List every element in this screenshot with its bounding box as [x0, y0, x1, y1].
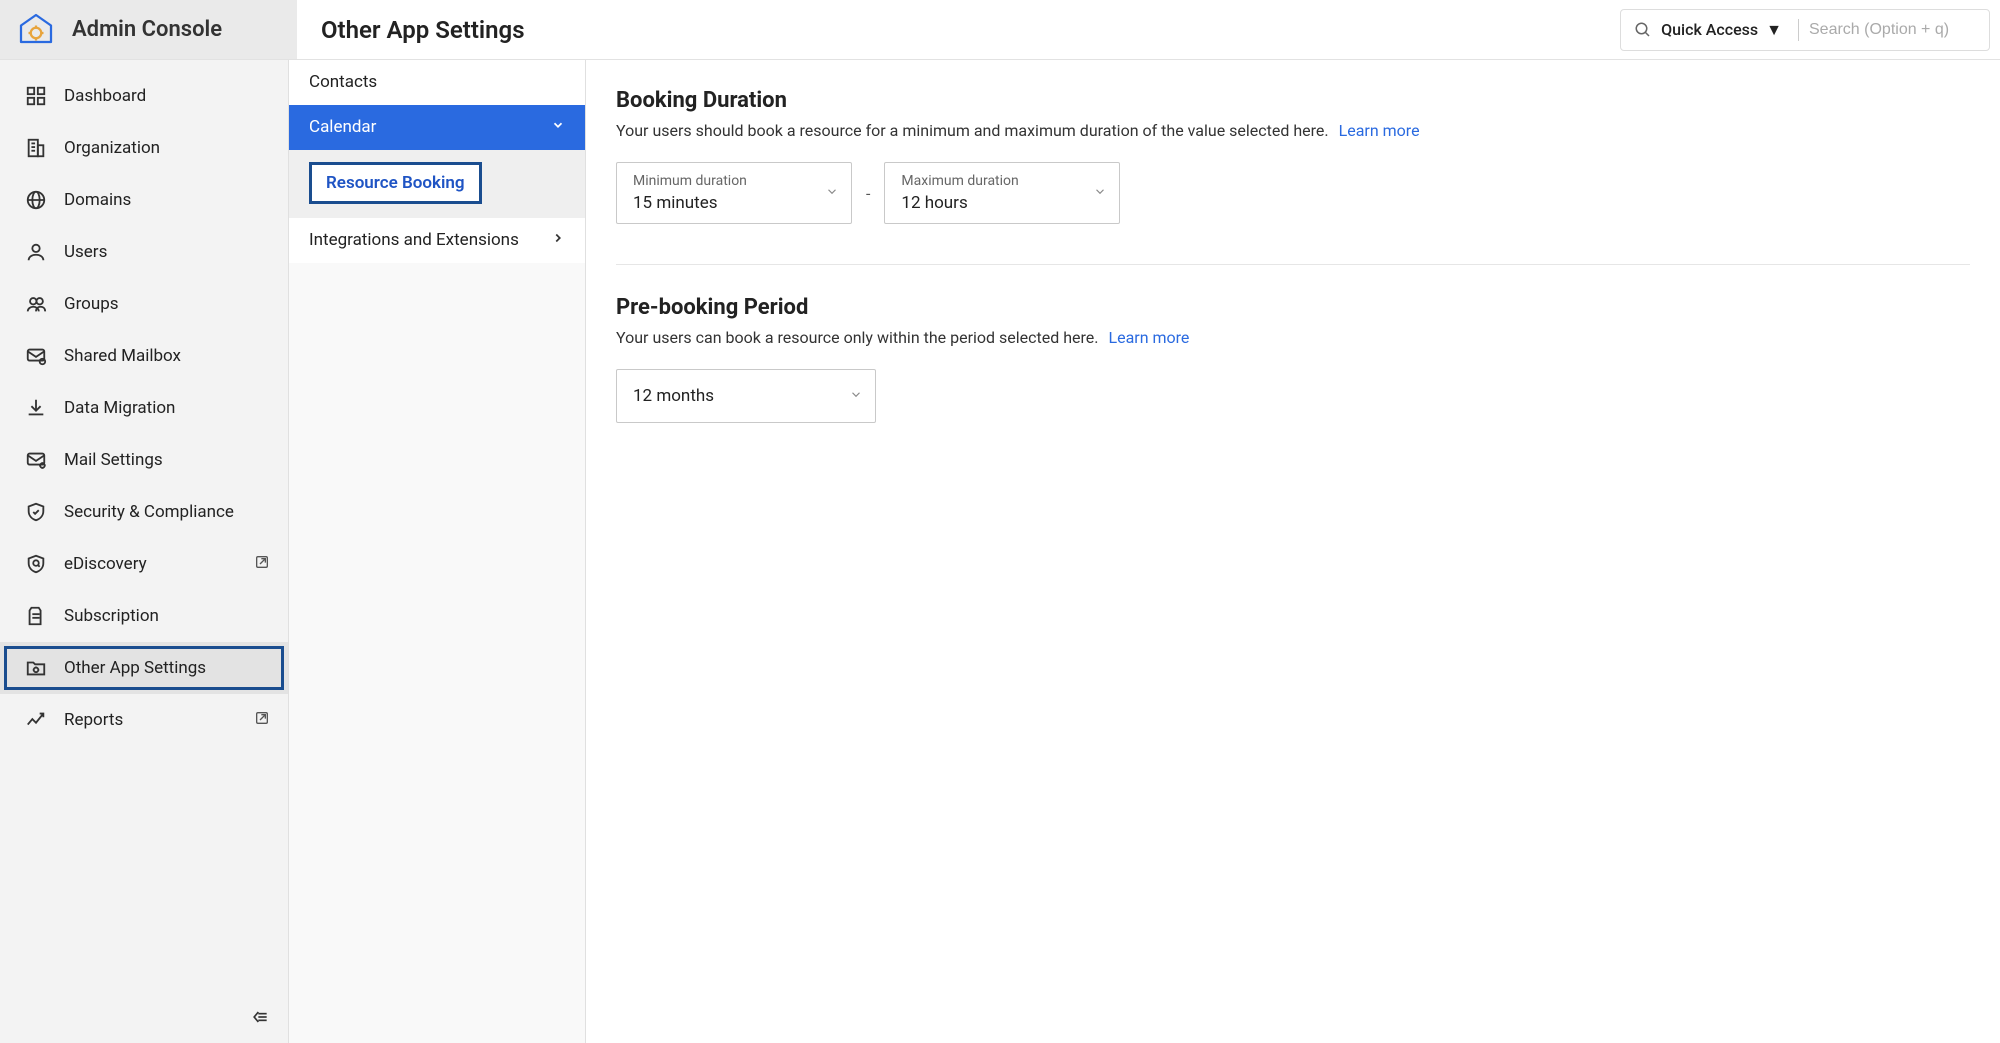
sidebar-item-label: Subscription [64, 606, 159, 626]
content: Booking Duration Your users should book … [586, 60, 2000, 1043]
section-booking-duration: Booking Duration Your users should book … [616, 88, 1970, 224]
sidebar-item-label: Shared Mailbox [64, 346, 181, 366]
building-icon [24, 136, 48, 160]
subside-item-integrations[interactable]: Integrations and Extensions [289, 218, 585, 263]
booking-duration-controls: Minimum duration 15 minutes - Maximum du… [616, 162, 1970, 224]
prebooking-learn-more-link[interactable]: Learn more [1108, 328, 1189, 347]
header-left: Admin Console [0, 0, 297, 59]
external-link-icon [254, 710, 270, 731]
main: Dashboard Organization Domains Users Gro [0, 60, 2000, 1043]
sidebar-item-shared-mailbox[interactable]: Shared Mailbox [0, 330, 288, 382]
sidebar-item-label: Groups [64, 294, 119, 314]
mail-settings-icon [24, 448, 48, 472]
sidebar-item-label: Security & Compliance [64, 502, 234, 522]
subside-item-contacts[interactable]: Contacts [289, 60, 585, 105]
sidebar: Dashboard Organization Domains Users Gro [0, 60, 289, 1043]
dashboard-icon [24, 84, 48, 108]
minimum-duration-value: 15 minutes [633, 193, 717, 213]
sidebar-item-ediscovery[interactable]: eDiscovery [0, 538, 288, 590]
subside-item-label: Calendar [309, 117, 376, 137]
maximum-duration-value: 12 hours [901, 193, 967, 213]
sidebar-item-groups[interactable]: Groups [0, 278, 288, 330]
users-icon [24, 292, 48, 316]
page-title: Other App Settings [321, 16, 525, 44]
user-icon [24, 240, 48, 264]
sidebar-item-label: Domains [64, 190, 131, 210]
prebooking-period-value: 12 months [633, 386, 714, 406]
booking-learn-more-link[interactable]: Learn more [1339, 121, 1420, 140]
prebooking-controls: 12 months [616, 369, 1970, 423]
caret-down-icon: ▼ [1766, 20, 1782, 40]
app-title: Admin Console [72, 17, 222, 42]
chevron-down-icon [1093, 184, 1107, 203]
reports-icon [24, 708, 48, 732]
sidebar-item-label: Organization [64, 138, 160, 158]
quick-access-label: Quick Access [1661, 20, 1758, 39]
sidebar-item-subscription[interactable]: Subscription [0, 590, 288, 642]
sidebar-item-other-app-settings[interactable]: Other App Settings [0, 642, 288, 694]
sidebar-item-label: Mail Settings [64, 450, 163, 470]
app-logo-icon [18, 12, 54, 48]
sub-sidebar: Contacts Calendar Resource Booking Integ… [289, 60, 586, 1043]
collapse-sidebar-icon[interactable] [250, 1007, 270, 1031]
header: Admin Console Other App Settings Quick A… [0, 0, 2000, 60]
prebooking-title: Pre-booking Period [616, 295, 1970, 320]
subscription-icon [24, 604, 48, 628]
sidebar-item-data-migration[interactable]: Data Migration [0, 382, 288, 434]
ediscovery-icon [24, 552, 48, 576]
minimum-duration-select[interactable]: Minimum duration 15 minutes [616, 162, 852, 224]
chevron-down-icon [849, 387, 863, 406]
subside-item-calendar[interactable]: Calendar [289, 105, 585, 150]
booking-duration-desc: Your users should book a resource for a … [616, 121, 1329, 140]
chevron-down-icon [551, 118, 565, 136]
divider [1798, 19, 1799, 41]
sidebar-item-reports[interactable]: Reports [0, 694, 288, 746]
search-icon [1631, 18, 1655, 42]
prebooking-period-select[interactable]: 12 months [616, 369, 876, 423]
sidebar-item-label: Users [64, 242, 107, 262]
mailbox-icon [24, 344, 48, 368]
subside-child-resource-booking[interactable]: Resource Booking [309, 162, 482, 204]
chevron-down-icon [825, 184, 839, 203]
migration-icon [24, 396, 48, 420]
sidebar-item-users[interactable]: Users [0, 226, 288, 278]
sidebar-item-label: Reports [64, 710, 123, 730]
sidebar-item-mail-settings[interactable]: Mail Settings [0, 434, 288, 486]
section-prebooking: Pre-booking Period Your users can book a… [616, 295, 1970, 423]
shield-icon [24, 500, 48, 524]
booking-duration-title: Booking Duration [616, 88, 1970, 113]
sidebar-item-organization[interactable]: Organization [0, 122, 288, 174]
sidebar-item-label: Other App Settings [64, 658, 206, 678]
minimum-duration-label: Minimum duration [633, 173, 811, 189]
sidebar-item-label: Data Migration [64, 398, 175, 418]
quick-access-dropdown[interactable]: Quick Access ▼ [1655, 20, 1788, 40]
search-input[interactable] [1809, 21, 1979, 39]
maximum-duration-select[interactable]: Maximum duration 12 hours [884, 162, 1120, 224]
header-center: Other App Settings [297, 16, 1620, 44]
sidebar-item-label: Dashboard [64, 86, 146, 106]
sidebar-item-security[interactable]: Security & Compliance [0, 486, 288, 538]
range-dash: - [866, 184, 870, 203]
prebooking-desc: Your users can book a resource only with… [616, 328, 1099, 347]
globe-icon [24, 188, 48, 212]
maximum-duration-label: Maximum duration [901, 173, 1079, 189]
external-link-icon [254, 554, 270, 575]
chevron-right-icon [551, 231, 565, 249]
sidebar-item-label: eDiscovery [64, 554, 147, 574]
section-divider [616, 264, 1970, 265]
subside-child-resource-booking-wrap: Resource Booking [289, 150, 585, 218]
folder-gear-icon [24, 656, 48, 680]
sidebar-item-domains[interactable]: Domains [0, 174, 288, 226]
search-bar: Quick Access ▼ [1620, 9, 1990, 51]
subside-item-label: Integrations and Extensions [309, 230, 519, 250]
subside-item-label: Contacts [309, 72, 377, 92]
sidebar-item-dashboard[interactable]: Dashboard [0, 70, 288, 122]
